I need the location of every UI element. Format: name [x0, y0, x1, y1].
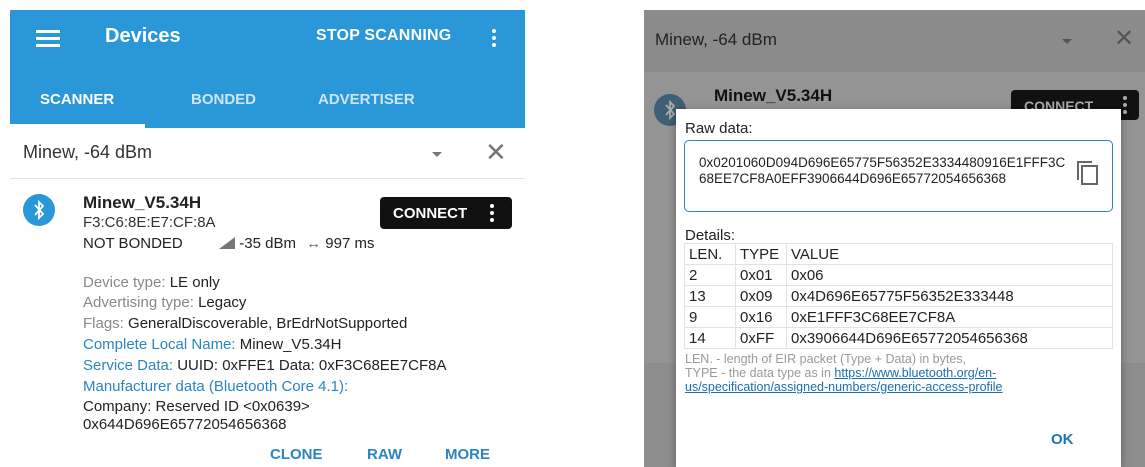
device-name: Minew_V5.34H — [83, 193, 202, 212]
table-row: 13 0x09 0x4D696E65775F56352E333448 — [684, 285, 1113, 307]
raw-data-screen: Minew, -64 dBm ✕ Minew_V5.34H CONNECT Ra… — [644, 10, 1145, 467]
device-status-row: NOT BONDED -35 dBm ↔ 997 ms — [83, 235, 375, 253]
len-cell: 2 — [684, 264, 736, 286]
note-line-len: LEN. - length of EIR packet (Type + Data… — [685, 352, 967, 366]
rssi-value: -35 dBm — [239, 235, 296, 252]
chevron-down-icon — [1062, 39, 1072, 44]
value-cell: 0x3906644D696E65772054656368 — [786, 327, 1113, 349]
more-vert-icon[interactable] — [492, 29, 496, 50]
page-title: Devices — [105, 25, 181, 47]
adv-type-row: Advertising type: Legacy — [83, 294, 247, 311]
filter-bar[interactable]: Minew, -64 dBm ✕ — [10, 128, 525, 179]
tab-bonded[interactable]: BONDED — [191, 91, 256, 108]
menu-icon[interactable] — [36, 30, 60, 48]
column-header: VALUE — [786, 243, 1113, 265]
column-header: TYPE — [735, 243, 787, 265]
manufacturer-company: Company: Reserved ID <0x0639> — [83, 398, 310, 415]
service-data-row: Service Data: UUID: 0xFFE1 Data: 0xF3C68… — [83, 357, 447, 374]
close-icon: ✕ — [1114, 25, 1135, 52]
ok-button[interactable]: OK — [1051, 431, 1074, 448]
more-button[interactable]: MORE — [445, 446, 490, 463]
local-name-row: Complete Local Name: Minew_V5.34H — [83, 336, 342, 353]
copy-icon[interactable] — [1075, 159, 1101, 187]
device-name: Minew_V5.34H — [714, 86, 833, 105]
table-row: 9 0x16 0xE1FFF3C68EE7CF8A — [684, 306, 1113, 328]
bluetooth-icon — [23, 194, 55, 226]
signal-icon — [219, 236, 236, 253]
connect-button[interactable]: CONNECT — [380, 197, 512, 229]
bond-state: NOT BONDED — [83, 235, 183, 252]
manufacturer-data-label: Manufacturer data (Bluetooth Core 4.1): — [83, 378, 349, 395]
filter-summary: Minew, -64 dBm — [655, 30, 777, 49]
raw-data-label: Raw data: — [685, 120, 753, 137]
manufacturer-value: 0x644D696E65772054656368 — [83, 416, 287, 433]
more-vert-icon — [1123, 96, 1127, 117]
len-cell: 14 — [684, 327, 736, 349]
interval-value: 997 ms — [325, 235, 375, 252]
type-cell: 0x09 — [735, 285, 787, 307]
len-cell: 13 — [684, 285, 736, 307]
type-cell: 0x16 — [735, 306, 787, 328]
table-header: LEN. TYPE VALUE — [684, 243, 1113, 265]
value-cell: 0xE1FFF3C68EE7CF8A — [786, 306, 1113, 328]
filter-bar-dimmed: Minew, -64 dBm ✕ — [644, 10, 1145, 72]
stop-scanning-button[interactable]: STOP SCANNING — [316, 27, 451, 45]
value-cell: 0x4D696E65775F56352E333448 — [786, 285, 1113, 307]
details-table: LEN. TYPE VALUE 2 0x01 0x06 13 0x09 0x4D… — [684, 243, 1113, 349]
tab-bar: SCANNER BONDED ADVERTISER — [10, 80, 525, 128]
raw-data-value: 0x0201060D094D696E65775F56352E3334480916… — [699, 155, 1066, 186]
tab-advertiser[interactable]: ADVERTISER — [318, 91, 415, 108]
device-mac: F3:C6:8E:E7:CF:8A — [83, 214, 216, 231]
raw-data-dialog: Raw data: 0x0201060D094D696E65775F56352E… — [676, 109, 1121, 467]
raw-data-field[interactable]: 0x0201060D094D696E65775F56352E3334480916… — [684, 140, 1113, 212]
clone-button[interactable]: CLONE — [270, 446, 323, 463]
filter-summary: Minew, -64 dBm — [23, 142, 153, 162]
table-row: 14 0xFF 0x3906644D696E65772054656368 — [684, 327, 1113, 349]
note-line-type: TYPE - the data type as in https://www.b… — [685, 366, 1003, 394]
app-bar: Devices STOP SCANNING SCANNER BONDED ADV… — [10, 10, 525, 128]
device-type-row: Device type: LE only — [83, 274, 220, 291]
raw-button[interactable]: RAW — [367, 446, 402, 463]
scanner-screen: Devices STOP SCANNING SCANNER BONDED ADV… — [10, 10, 525, 467]
table-row: 2 0x01 0x06 — [684, 264, 1113, 286]
details-label: Details: — [685, 227, 736, 244]
close-icon[interactable]: ✕ — [485, 137, 507, 168]
chevron-down-icon[interactable] — [432, 152, 442, 157]
len-cell: 9 — [684, 306, 736, 328]
flags-row: Flags: GeneralDiscoverable, BrEdrNotSupp… — [83, 315, 408, 332]
tab-scanner[interactable]: SCANNER — [40, 91, 114, 108]
type-cell: 0x01 — [735, 264, 787, 286]
more-vert-icon[interactable] — [490, 204, 494, 225]
column-header: LEN. — [684, 243, 736, 265]
details-note: LEN. - length of EIR packet (Type + Data… — [685, 352, 1115, 394]
type-cell: 0xFF — [735, 327, 787, 349]
value-cell: 0x06 — [786, 264, 1113, 286]
interval-arrows-icon: ↔ — [306, 235, 322, 252]
